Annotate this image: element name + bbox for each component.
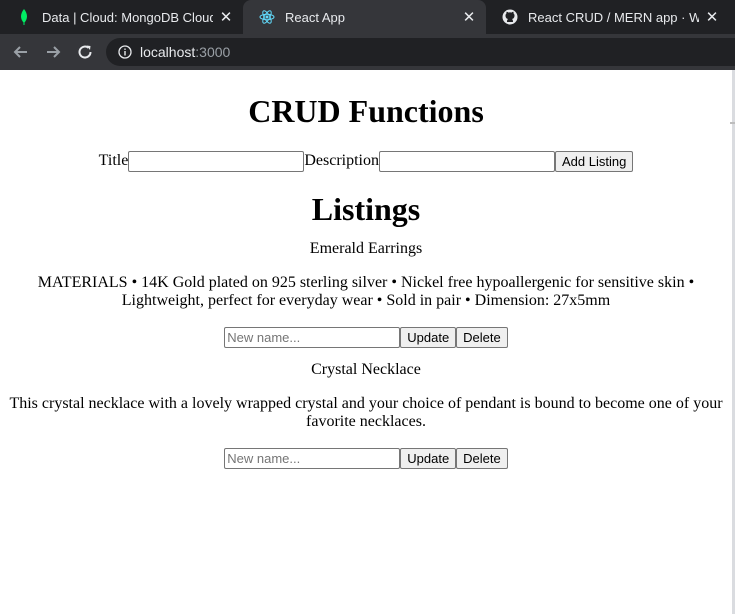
- info-icon[interactable]: [118, 45, 132, 59]
- listing-item: Crystal Necklace This crystal necklace w…: [0, 361, 732, 469]
- listing-actions: Update Delete: [0, 326, 732, 348]
- title-label: Title: [98, 152, 129, 169]
- title-input[interactable]: [128, 150, 305, 172]
- delete-button[interactable]: Delete: [456, 447, 508, 469]
- app-root: CRUD Functions Title Description Add Lis…: [0, 70, 732, 482]
- listing-description: MATERIALS • 14K Gold plated on 925 sterl…: [37, 274, 695, 309]
- browser-toolbar: localhost:3000: [0, 34, 735, 70]
- listing-item: Emerald Earrings MATERIALS • 14K Gold pl…: [0, 240, 732, 348]
- delete-button[interactable]: Delete: [456, 326, 508, 348]
- update-button[interactable]: Update: [400, 326, 457, 348]
- add-listing-button[interactable]: Add Listing: [554, 150, 634, 172]
- close-icon[interactable]: ✕: [705, 8, 719, 26]
- page-title: CRUD Functions: [248, 93, 484, 129]
- add-listing-form: Title Description Add Listing: [0, 150, 732, 172]
- tab-github-webdev[interactable]: React CRUD / MERN app · WebD ✕: [486, 0, 729, 34]
- close-icon[interactable]: ✕: [219, 8, 233, 26]
- tab-title: React CRUD / MERN app · WebD: [528, 9, 699, 25]
- listings-heading: Listings: [311, 191, 421, 227]
- update-button[interactable]: Update: [400, 447, 457, 469]
- new-name-input[interactable]: [224, 326, 401, 348]
- listing-description: This crystal necklace with a lovely wrap…: [9, 395, 723, 430]
- close-icon[interactable]: ✕: [462, 8, 476, 26]
- tab-mongodb-cloud[interactable]: Data | Cloud: MongoDB Cloud ✕: [0, 0, 243, 34]
- reload-icon[interactable]: [74, 41, 96, 63]
- listing-name: Crystal Necklace: [311, 361, 421, 378]
- new-name-input[interactable]: [224, 447, 401, 469]
- listing-actions: Update Delete: [0, 447, 732, 469]
- forward-arrow-icon[interactable]: [42, 41, 64, 63]
- address-bar[interactable]: localhost:3000: [106, 38, 735, 66]
- url-port: :3000: [195, 44, 231, 60]
- description-input[interactable]: [378, 150, 555, 172]
- mongodb-leaf-icon: [16, 9, 32, 25]
- tab-strip: Data | Cloud: MongoDB Cloud ✕ React App …: [0, 0, 735, 34]
- react-icon: [259, 9, 275, 25]
- description-label: Description: [304, 152, 379, 169]
- tab-title: Data | Cloud: MongoDB Cloud: [42, 9, 213, 25]
- listing-name: Emerald Earrings: [309, 240, 423, 257]
- tab-title: React App: [285, 9, 345, 25]
- url-host: localhost: [140, 44, 196, 60]
- back-arrow-icon[interactable]: [10, 41, 32, 63]
- github-icon: [502, 9, 518, 25]
- tab-react-app[interactable]: React App ✕: [243, 0, 486, 34]
